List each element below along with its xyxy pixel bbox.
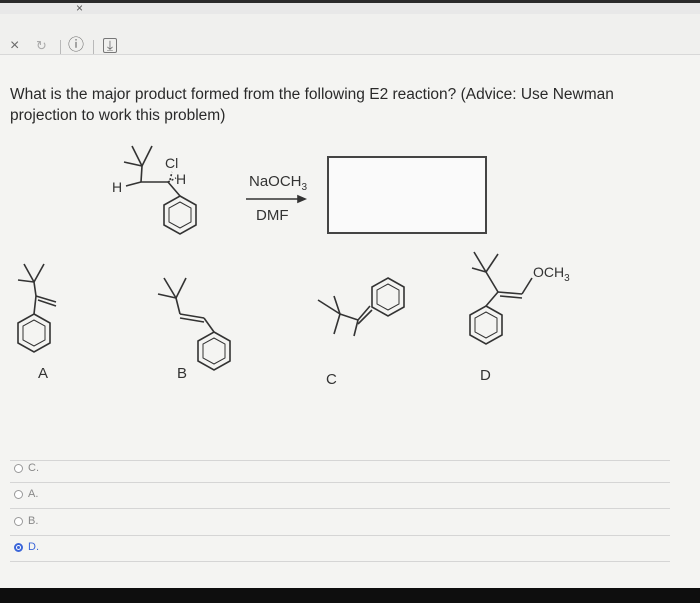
chemistry-drawing: Cl H H NaOCH3 DMF A B C D OCH3 [17, 145, 570, 388]
hydrogen-label: H [176, 171, 186, 187]
structure-b-molecule [157, 277, 231, 371]
structure-b-label: B [177, 365, 187, 382]
option-label: A. [28, 488, 39, 500]
reagent-bottom-label: DMF [256, 207, 289, 224]
structure-d-molecule [469, 251, 533, 345]
structure-a-molecule [17, 263, 57, 353]
option-d[interactable]: D. [14, 541, 39, 553]
structure-a-label: A [38, 365, 48, 382]
methoxy-label: OCH3 [533, 264, 570, 284]
structure-d-label: D [480, 367, 491, 384]
structure-c-molecule [317, 277, 405, 337]
hydrogen-left-label: H [112, 179, 122, 195]
option-divider [10, 482, 670, 483]
option-divider [10, 535, 670, 536]
option-divider [10, 460, 670, 461]
structures-area: Cl H H NaOCH3 DMF A B C D OCH3 [0, 0, 700, 603]
option-label: B. [28, 515, 39, 527]
screen-bezel [0, 588, 700, 603]
structure-c-label: C [326, 371, 337, 388]
option-divider [10, 508, 670, 509]
radio-button[interactable] [14, 489, 23, 499]
radio-button-selected[interactable] [14, 542, 23, 552]
option-divider [10, 561, 670, 562]
option-label: C. [28, 462, 39, 474]
option-b[interactable]: B. [14, 515, 38, 527]
radio-button[interactable] [14, 463, 23, 473]
option-a[interactable]: A. [14, 488, 38, 500]
chlorine-label: Cl [165, 155, 178, 171]
reagent-top-label: NaOCH3 [249, 173, 308, 193]
option-c[interactable]: C. [14, 462, 39, 474]
reactant-molecule [123, 145, 197, 235]
option-label: D. [28, 541, 39, 553]
radio-button[interactable] [14, 516, 23, 526]
